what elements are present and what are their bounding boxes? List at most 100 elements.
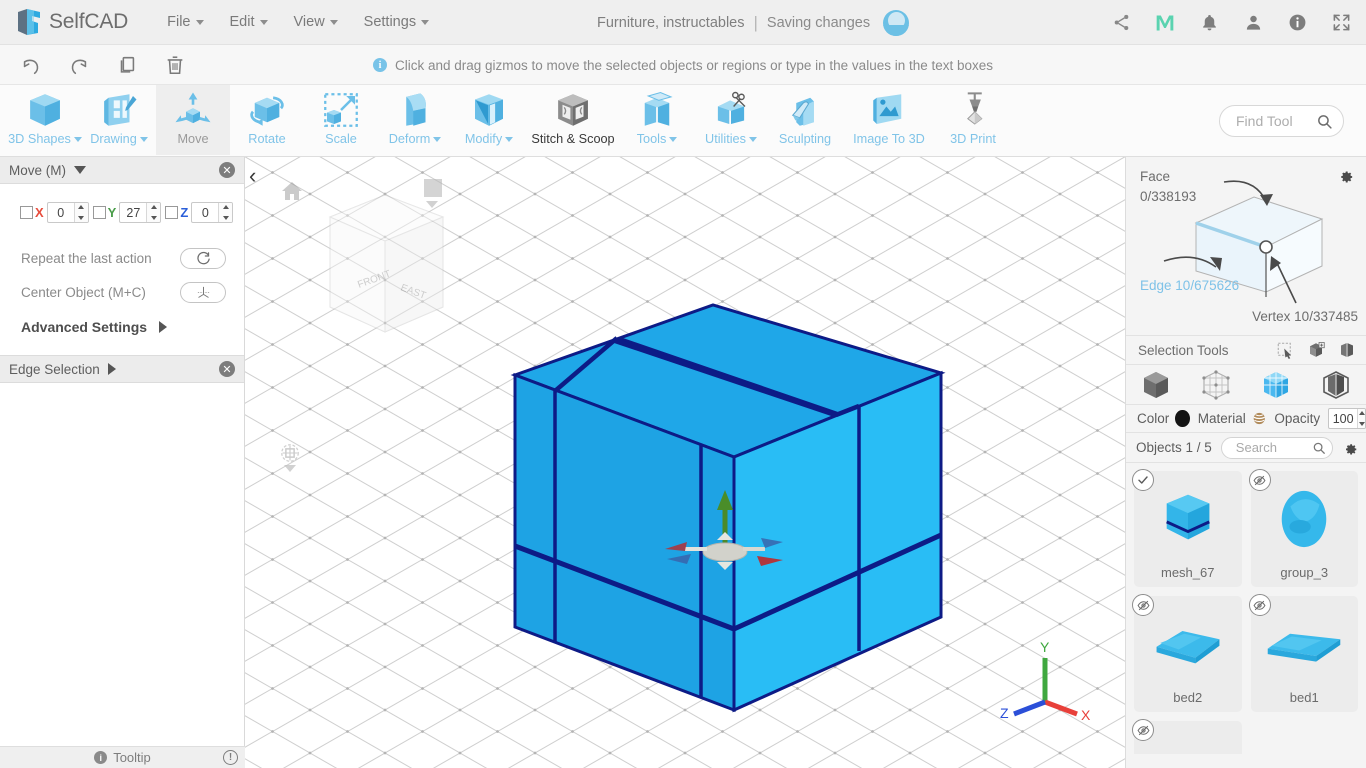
box-select-icon[interactable] [1307,341,1325,359]
menu-file[interactable]: File [154,8,216,36]
viewport-canvas[interactable]: FRONT EAST Y X Z [245,157,1125,768]
ribbon-tool-3d-print[interactable]: 3D Print [936,85,1010,155]
home-icon[interactable] [280,179,304,203]
menu-view[interactable]: View [281,8,351,36]
axis-x-up-button[interactable] [75,203,88,213]
ribbon-tool-stitch-scoop[interactable]: Stitch & Scoop [526,85,620,155]
object-mode-icon[interactable] [1136,369,1176,401]
axis-x-input[interactable] [47,203,74,222]
check-icon[interactable] [1132,469,1154,491]
material-sphere-icon[interactable] [1252,410,1267,427]
view-preset-top-button[interactable] [424,179,442,197]
axis-z-stepper[interactable] [191,202,234,223]
center-object-button[interactable] [180,281,226,303]
advanced-settings-toggle[interactable]: Advanced Settings [0,309,244,335]
ribbon-label: Drawing [90,132,137,146]
move-panel-header[interactable]: Move (M) ✕ [0,157,244,184]
opacity-input[interactable] [1329,409,1358,428]
axis-z-checkbox[interactable] [165,206,179,219]
redo-icon[interactable] [66,52,92,78]
vertex-mode-icon[interactable] [1196,369,1236,401]
triangle-down-icon[interactable] [74,166,86,174]
view-preset-down-arrow-icon[interactable] [426,201,438,208]
close-edge-selection-button[interactable]: ✕ [219,361,235,377]
ribbon-tool-sculpting[interactable]: Sculpting [768,85,842,155]
repeat-last-action-button[interactable] [180,247,226,269]
list-item[interactable]: mesh_67 [1132,469,1242,587]
fullscreen-icon[interactable] [1330,12,1352,34]
duplicate-icon[interactable] [114,52,140,78]
ribbon-tool-utilities[interactable]: Utilities [694,85,768,155]
delete-icon[interactable] [162,52,188,78]
perspective-toggle-icon[interactable] [279,442,301,464]
axis-y-checkbox[interactable] [92,206,106,219]
notifications-bell-icon[interactable] [1198,12,1220,34]
axis-x-down-button[interactable] [75,213,88,223]
tooltip-help-icon[interactable]: ! [223,750,238,765]
ribbon-tool-move[interactable]: Move [156,85,230,155]
view-preset-down-arrow-icon-2[interactable] [284,465,296,472]
find-tool-input[interactable]: Find Tool [1219,105,1344,137]
list-item[interactable]: group_3 [1248,469,1358,587]
rect-select-icon[interactable] [1276,341,1294,359]
axis-z-down-button[interactable] [219,213,232,223]
axis-y-stepper[interactable] [119,202,162,223]
opacity-stepper[interactable] [1328,408,1366,429]
info-icon[interactable] [1286,12,1308,34]
close-move-panel-button[interactable]: ✕ [219,162,235,178]
edge-mode-icon[interactable] [1316,369,1356,401]
tooltip-label: Tooltip [113,750,151,765]
ribbon-tool-image-to-3d[interactable]: Image To 3D [842,85,936,155]
app-logo[interactable]: SelfCAD [14,7,128,37]
face-selection-mode[interactable]: Face 0/338193 [1140,167,1196,206]
axis-x-stepper[interactable] [46,202,89,223]
objects-search-input[interactable]: Search [1220,436,1333,459]
eye-off-icon[interactable] [1132,719,1154,741]
list-item[interactable] [1132,719,1242,754]
edge-selection-header[interactable]: Edge Selection ✕ [0,355,244,383]
medium-logo-icon[interactable] [1154,12,1176,34]
undo-icon[interactable] [18,52,44,78]
saving-spinner-icon [883,9,910,36]
edge-selection-mode[interactable]: Edge 10/675626 [1140,276,1239,296]
user-account-icon[interactable] [1242,12,1264,34]
axis-z-input[interactable] [192,203,219,222]
search-icon [1318,114,1332,129]
axis-z-label: Z [180,205,189,220]
top-menu-bar: SelfCAD File Edit View Settings Furnitur… [0,0,1366,45]
sculpting-icon [784,90,826,130]
axis-y-up-button[interactable] [147,203,160,213]
color-swatch[interactable] [1175,410,1190,427]
eye-off-icon[interactable] [1248,469,1271,491]
collapse-left-panel-button[interactable]: ‹ [249,165,256,187]
face-mode-icon[interactable] [1256,369,1296,401]
vertex-selection-mode[interactable]: Vertex 10/337485 [1252,307,1358,327]
triangle-right-icon[interactable] [107,363,116,375]
ribbon-tool-rotate[interactable]: Rotate [230,85,304,155]
ribbon-tool-deform[interactable]: Deform [378,85,452,155]
opacity-up-button[interactable] [1358,409,1365,419]
viewport-3d[interactable]: FRONT EAST Y X Z ‹ [245,157,1125,768]
axis-x-checkbox[interactable] [20,206,33,219]
axis-label-z: Z [1000,705,1009,721]
objects-settings-gear-icon[interactable] [1342,440,1358,456]
ribbon-tool-3d-shapes[interactable]: 3D Shapes [8,85,82,155]
loop-select-icon[interactable] [1338,341,1356,359]
axis-y-input[interactable] [120,203,147,222]
opacity-label: Opacity [1274,411,1321,426]
list-item[interactable]: bed2 [1132,594,1242,712]
ribbon-tool-drawing[interactable]: Drawing [82,85,156,155]
menu-edit[interactable]: Edit [217,8,281,36]
ribbon-tool-tools[interactable]: Tools [620,85,694,155]
ribbon-tool-modify[interactable]: Modify [452,85,526,155]
menu-settings[interactable]: Settings [351,8,442,36]
opacity-down-button[interactable] [1358,419,1365,429]
list-item[interactable]: bed1 [1248,594,1358,712]
eye-off-icon[interactable] [1248,594,1271,616]
share-icon[interactable] [1110,12,1132,34]
objects-grid: mesh_67 group_3 bed2 bed1 [1126,463,1366,754]
eye-off-icon[interactable] [1132,594,1154,616]
axis-z-up-button[interactable] [219,203,232,213]
ribbon-tool-scale[interactable]: Scale [304,85,378,155]
axis-y-down-button[interactable] [147,213,160,223]
